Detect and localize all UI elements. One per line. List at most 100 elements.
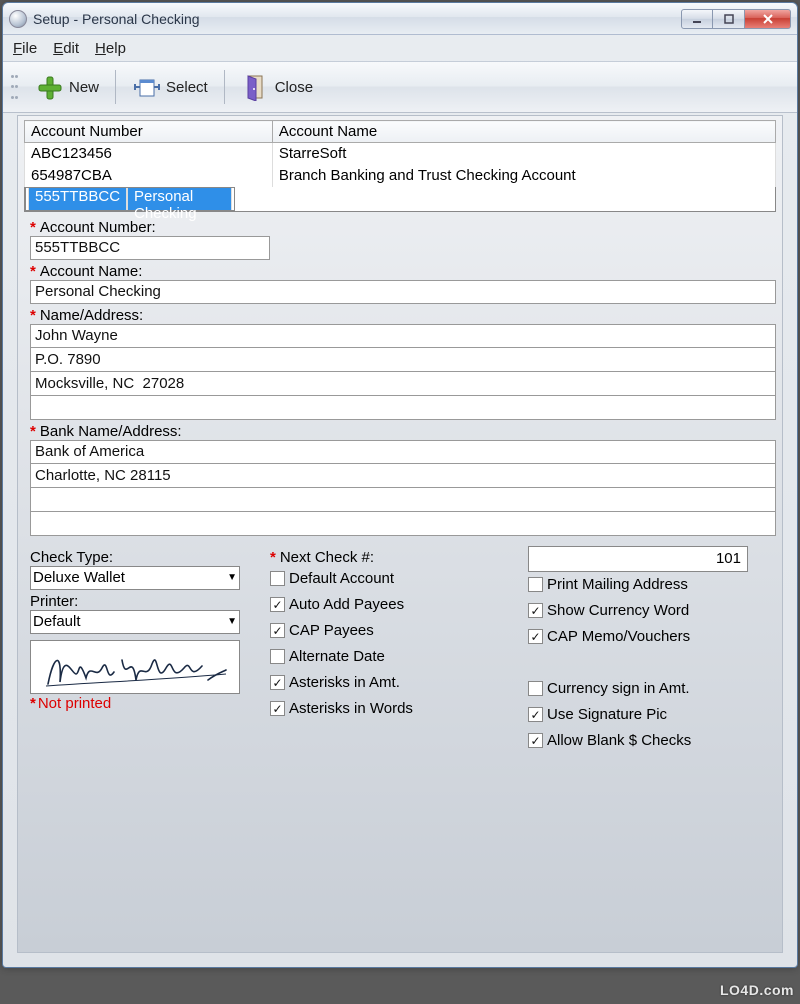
- checkbox-label: Print Mailing Address: [547, 576, 688, 593]
- toolbar-separator: [115, 70, 116, 104]
- bank-line-2[interactable]: [30, 464, 776, 488]
- maximize-icon: [724, 14, 734, 24]
- close-label: Close: [275, 79, 313, 96]
- toolbar-grip[interactable]: [11, 71, 19, 103]
- toolbar: New Select Close: [3, 61, 797, 113]
- addr-line-4[interactable]: [30, 396, 776, 420]
- options-right-column: Print Mailing Address ✓ Show Currency Word…: [528, 546, 776, 754]
- select-button[interactable]: Select: [122, 69, 218, 105]
- addr-line-1[interactable]: [30, 324, 776, 348]
- checkbox-icon: ✓: [528, 707, 543, 722]
- checkbox-label: Currency sign in Amt.: [547, 680, 690, 697]
- content-area: Account Number Account Name ABC123456Sta…: [17, 115, 783, 953]
- door-icon: [241, 73, 269, 101]
- checkbox-label: Alternate Date: [289, 648, 385, 665]
- titlebar[interactable]: Setup - Personal Checking: [3, 3, 797, 35]
- cell-account-number: ABC123456: [25, 143, 273, 165]
- checkbox-icon: ✓: [528, 629, 543, 644]
- select-icon: [132, 73, 160, 101]
- check-type-value: Deluxe Wallet: [33, 569, 125, 586]
- checkbox-alternate-date[interactable]: Alternate Date: [270, 644, 518, 670]
- checkbox-label: CAP Memo/Vouchers: [547, 628, 690, 645]
- required-marker: *: [30, 219, 36, 236]
- close-button[interactable]: Close: [231, 69, 323, 105]
- checkbox-icon: [528, 577, 543, 592]
- checkbox-cap-payees[interactable]: ✓CAP Payees: [270, 618, 518, 644]
- account-number-field[interactable]: [30, 236, 270, 260]
- chevron-down-icon: ▼: [227, 616, 237, 627]
- checkbox-icon: ✓: [528, 733, 543, 748]
- checkbox-asterisks-in-amt-[interactable]: ✓ Asterisks in Amt.: [270, 670, 518, 696]
- menu-file[interactable]: File: [13, 40, 37, 57]
- checkbox-label: Auto Add Payees: [289, 596, 404, 613]
- menu-help[interactable]: Help: [95, 40, 126, 57]
- cell-account-number: 555TTBBCC: [28, 188, 127, 210]
- checkbox-use-signature-pic[interactable]: ✓ Use Signature Pic: [528, 702, 776, 728]
- label-account-number: Account Number:: [40, 219, 156, 236]
- bank-line-1[interactable]: [30, 440, 776, 464]
- col-account-number[interactable]: Account Number: [25, 121, 273, 143]
- account-name-field[interactable]: [30, 280, 776, 304]
- col-account-name[interactable]: Account Name: [272, 121, 775, 143]
- checkbox-label: Asterisks in Words: [289, 700, 413, 717]
- addr-line-3[interactable]: [30, 372, 776, 396]
- name-address-block: [30, 324, 776, 420]
- next-check-field[interactable]: [528, 546, 748, 572]
- checkbox-cap-memo-vouchers[interactable]: ✓ CAP Memo/Vouchers: [528, 624, 776, 650]
- checkbox-icon: ✓: [270, 597, 285, 612]
- checkbox-print-mailing-address[interactable]: Print Mailing Address: [528, 572, 776, 598]
- cell-account-name: Personal Checking: [127, 188, 232, 210]
- chevron-down-icon: ▼: [227, 572, 237, 583]
- checkbox-icon: ✓: [270, 701, 285, 716]
- minimize-icon: [692, 14, 702, 24]
- label-bank-address: Bank Name/Address:: [40, 423, 182, 440]
- app-window: Setup - Personal Checking File Edit Help…: [2, 2, 798, 968]
- select-label: Select: [166, 79, 208, 96]
- bank-line-3[interactable]: [30, 488, 776, 512]
- account-form: *Account Number: *Account Name: *Name/Ad…: [24, 212, 776, 754]
- signature-image[interactable]: [30, 640, 240, 694]
- checkbox-currency-sign-in-amt-[interactable]: Currency sign in Amt.: [528, 676, 776, 702]
- not-printed-label: Not printed: [38, 695, 111, 712]
- options-middle-column: * Next Check #: Default Account✓Auto Add…: [270, 546, 518, 754]
- checkbox-icon: ✓: [270, 675, 285, 690]
- checkbox-icon: [528, 681, 543, 696]
- table-row[interactable]: 555TTBBCCPersonal Checking: [25, 187, 235, 211]
- label-account-name: Account Name:: [40, 263, 143, 280]
- minimize-button[interactable]: [681, 9, 713, 29]
- checkbox-label: CAP Payees: [289, 622, 374, 639]
- checkbox-default-account[interactable]: Default Account: [270, 566, 518, 592]
- printer-select[interactable]: Default ▼: [30, 610, 240, 634]
- menubar: File Edit Help: [3, 35, 797, 61]
- check-type-select[interactable]: Deluxe Wallet ▼: [30, 566, 240, 590]
- bank-line-4[interactable]: [30, 512, 776, 536]
- checkbox-asterisks-in-words[interactable]: ✓ Asterisks in Words: [270, 696, 518, 722]
- new-button[interactable]: New: [25, 69, 109, 105]
- menu-edit[interactable]: Edit: [53, 40, 79, 57]
- checkbox-icon: ✓: [528, 603, 543, 618]
- checkbox-label: Default Account: [289, 570, 394, 587]
- cell-account-number: 654987CBA: [25, 165, 273, 187]
- label-next-check: Next Check #:: [280, 549, 374, 566]
- cell-account-name: StarreSoft: [272, 143, 775, 165]
- cell-account-name: Branch Banking and Trust Checking Accoun…: [272, 165, 775, 187]
- bank-address-block: [30, 440, 776, 536]
- checkbox-auto-add-payees[interactable]: ✓ Auto Add Payees: [270, 592, 518, 618]
- new-label: New: [69, 79, 99, 96]
- maximize-button[interactable]: [713, 9, 745, 29]
- close-icon: [762, 13, 774, 25]
- table-row[interactable]: 654987CBABranch Banking and Trust Checki…: [25, 165, 776, 187]
- close-window-button[interactable]: [745, 9, 791, 29]
- checkbox-allow-blank-checks[interactable]: ✓Allow Blank $ Checks: [528, 728, 776, 754]
- table-row[interactable]: ABC123456StarreSoft: [25, 143, 776, 165]
- checkbox-label: Asterisks in Amt.: [289, 674, 400, 691]
- signature-svg: [40, 644, 230, 690]
- checkbox-label: Show Currency Word: [547, 602, 689, 619]
- checkbox-icon: [270, 649, 285, 664]
- checkbox-label: Use Signature Pic: [547, 706, 667, 723]
- label-check-type: Check Type:: [30, 549, 113, 566]
- checkbox-icon: [270, 571, 285, 586]
- addr-line-2[interactable]: [30, 348, 776, 372]
- toolbar-separator: [224, 70, 225, 104]
- checkbox-show-currency-word[interactable]: ✓ Show Currency Word: [528, 598, 776, 624]
